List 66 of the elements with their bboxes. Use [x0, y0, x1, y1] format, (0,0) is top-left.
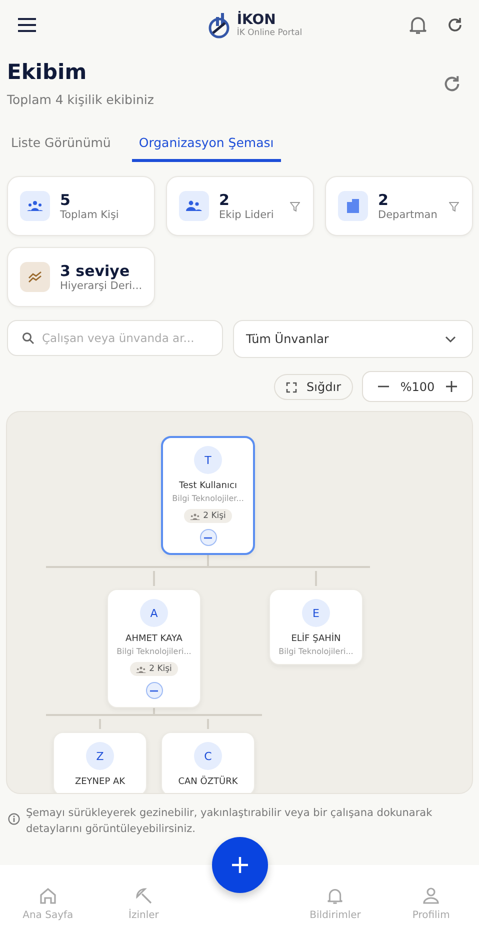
- brand-subtitle: İK Online Portal: [236, 28, 302, 38]
- stat-value: 5: [60, 191, 72, 209]
- stat-label: Toplam Kişi: [60, 209, 119, 221]
- stat-value: 2: [219, 191, 230, 209]
- employee-card[interactable]: Z ZEYNEP AK: [53, 732, 147, 793]
- zoom-level: %100: [400, 380, 435, 394]
- group-icon: [136, 666, 146, 672]
- group-icon: [190, 512, 200, 520]
- employee-card[interactable]: T Test Kullanıcı Bilgi Teknolojiler... 2 Kişi: [161, 436, 255, 555]
- trend-icon: [28, 271, 42, 283]
- plus-icon: [232, 857, 248, 873]
- employee-department: Bilgi Teknolojileri...: [278, 647, 354, 656]
- employee-card[interactable]: C CAN ÖZTÜRK: [161, 732, 255, 793]
- collapse-toggle[interactable]: [146, 682, 162, 699]
- employee-name: CAN ÖZTÜRK: [178, 777, 238, 787]
- refresh-icon[interactable]: [446, 17, 463, 33]
- page-title: Ekibim: [7, 60, 88, 84]
- employee-name: ZEYNEP AK: [74, 777, 126, 787]
- avatar-initial: E: [302, 599, 330, 627]
- fit-icon: [286, 382, 297, 392]
- menu-icon[interactable]: [17, 18, 37, 32]
- info-icon: [8, 813, 20, 825]
- title-dropdown[interactable]: Tüm Ünvanlar: [233, 320, 473, 358]
- avatar-initial: A: [140, 599, 168, 627]
- user-icon: [422, 887, 440, 905]
- home-icon: [38, 887, 57, 905]
- collapse-toggle[interactable]: [200, 529, 216, 546]
- building-icon: [346, 199, 360, 213]
- group-icon: [27, 200, 43, 212]
- employee-department: Bilgi Teknolojiler...: [172, 494, 244, 503]
- view-tab[interactable]: Organizasyon Şeması: [132, 127, 281, 162]
- people-icon: [186, 200, 202, 212]
- avatar-initial: Z: [86, 742, 114, 770]
- plus-icon[interactable]: [446, 381, 457, 392]
- avatar-initial: T: [194, 446, 222, 474]
- filter-icon[interactable]: [449, 202, 459, 212]
- avatar-initial: C: [194, 742, 222, 770]
- employee-department: Bilgi Teknolojileri...: [116, 647, 192, 656]
- employee-card[interactable]: A AHMET KAYA Bilgi Teknolojileri... 2 Kişi: [107, 589, 201, 708]
- chevron-down-icon: [445, 336, 456, 342]
- search-field[interactable]: Çalışan veya ünvanda ar...: [42, 331, 216, 345]
- employee-card[interactable]: E ELİF ŞAHİN Bilgi Teknolojileri...: [269, 589, 363, 665]
- page-subtitle: Toplam 4 kişilik ekibiniz: [7, 92, 154, 107]
- stat-label: Hiyerarşi Deri...: [60, 280, 142, 292]
- org-chart-canvas[interactable]: Z ZEYNEP AK C CAN ÖZTÜRK A AHMET KAYA Bilgi Teknolojileri... 2 Kişi E ELİF ŞAHİN Bilgi Teknolojileri... T Test Kullanıcı Bilgi Teknolojiler... 2 Kişi: [6, 411, 473, 794]
- employee-name: Test Kullanıcı: [179, 481, 237, 491]
- stat-label: Departman: [378, 209, 438, 221]
- employee-name: ELİF ŞAHİN: [291, 634, 341, 644]
- stat-value: 3 seviye: [60, 262, 131, 280]
- employee-name: AHMET KAYA: [126, 634, 182, 644]
- umbrella-icon: [134, 887, 153, 905]
- search-icon: [22, 332, 34, 344]
- bell-icon: [327, 887, 344, 905]
- search-box[interactable]: Çalışan veya ünvanda ar...: [7, 320, 223, 356]
- stat-label: Ekip Lideri: [219, 209, 274, 221]
- filter-icon[interactable]: [290, 202, 300, 212]
- add-button[interactable]: [212, 837, 268, 893]
- team-count-text: 2 Kişi: [149, 664, 172, 674]
- refresh-icon[interactable]: [443, 74, 461, 92]
- brand-name: İKON: [236, 12, 277, 27]
- bell-icon[interactable]: [408, 15, 427, 35]
- team-count-text: 2 Kişi: [203, 511, 226, 521]
- fit-button[interactable]: Sığdır: [274, 374, 353, 400]
- view-tab[interactable]: Liste Görünümü: [4, 127, 118, 162]
- hint-text: Şemayı sürükleyerek gezinebilir, yakınlaştırabilir veya bir çalışana dokunarak detaylarını görüntüleyebilirsiniz.: [26, 806, 434, 837]
- stat-value: 2: [378, 191, 390, 209]
